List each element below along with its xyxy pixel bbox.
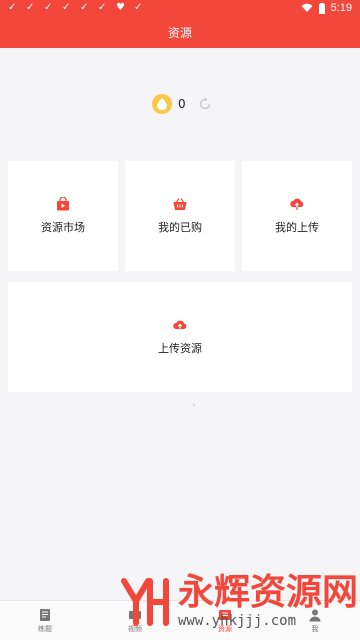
coin-balance: 0 [152,94,212,114]
notification-icons: ✓ ✓ ✓ ✓ ✓ ✓ ♥ ✓ [8,3,144,13]
nav-label: 练题 [38,624,52,633]
nav-item-video[interactable]: 视频 [100,608,170,634]
my-purchased-card[interactable]: 我的已购 [125,161,235,271]
card-label: 我的上传 [275,221,319,234]
card-label: 我的已购 [158,221,202,234]
video-icon [129,610,141,619]
nav-item-practice[interactable]: 练题 [10,608,80,634]
check-icon: ✓ [26,2,35,13]
status-bar: ✓ ✓ ✓ ✓ ✓ ✓ ♥ ✓ 5:19 [0,0,360,18]
nav-label: 视频 [128,624,142,633]
status-time: 5:19 [330,2,352,14]
resource-market-card[interactable]: 资源市场 [8,161,118,271]
bottom-nav: 练题 视频 资源 我 [0,600,360,640]
shield-icon: ♥ [116,2,125,13]
refresh-icon[interactable] [198,97,212,111]
nav-label: 我 [311,624,319,633]
cloud-upload-icon [173,320,187,329]
divider-dot [193,404,195,406]
basket-icon [173,198,187,210]
check-icon: ✓ [80,2,89,13]
check-icon: ✓ [134,2,143,13]
balance-value: 0 [178,97,186,111]
card-label: 上传资源 [158,342,202,355]
cloud-upload-icon [290,198,304,210]
check-icon: ✓ [62,2,71,13]
person-icon [309,609,321,621]
check-icon: ✓ [8,2,17,13]
page-title: 资源 [0,18,360,48]
card-label: 资源市场 [41,221,85,234]
coin-icon [152,94,172,114]
nav-label: 资源 [218,624,232,633]
nav-item-me[interactable]: 我 [280,608,350,634]
book-icon [40,608,50,621]
wifi-icon [301,3,313,12]
upload-resource-card[interactable]: 上传资源 [8,282,352,392]
nav-item-resources[interactable]: 资源 [190,608,260,634]
resource-icon [219,609,231,620]
check-icon: ✓ [44,2,53,13]
my-uploads-card[interactable]: 我的上传 [242,161,352,271]
check-icon: ✓ [98,2,107,13]
shopping-bag-icon [57,197,69,211]
battery-icon [318,2,325,14]
